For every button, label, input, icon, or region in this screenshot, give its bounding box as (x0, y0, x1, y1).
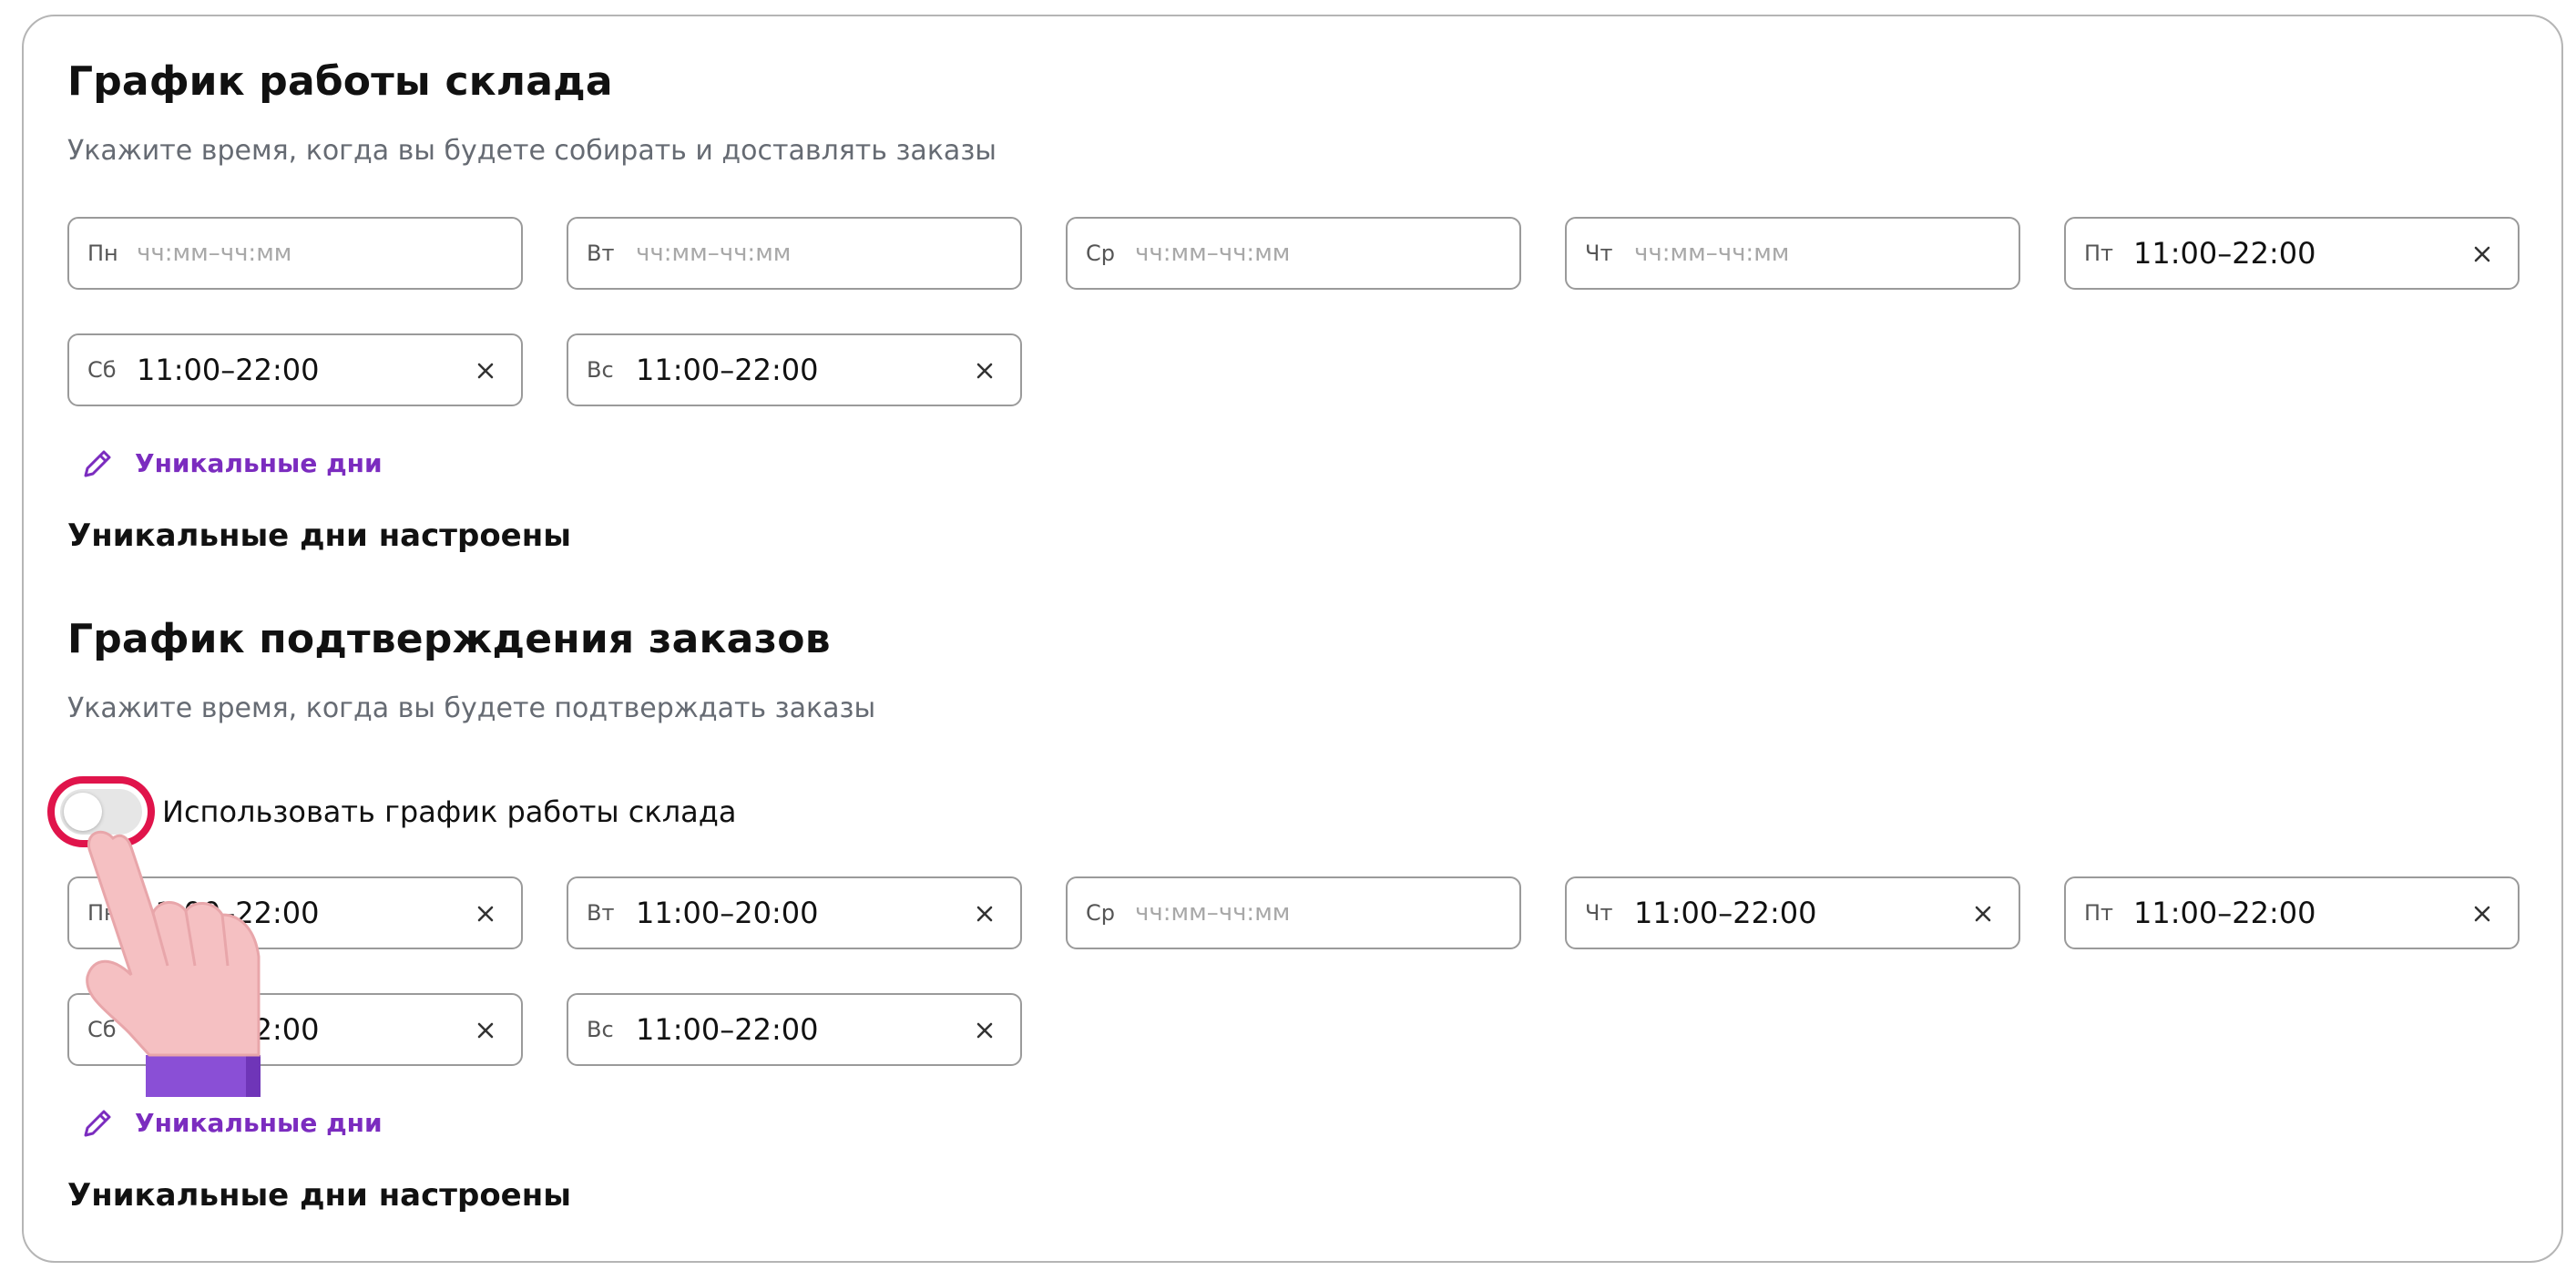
day-label: Пт (2084, 241, 2114, 266)
close-icon[interactable] (474, 902, 497, 926)
confirmation-unique-days-status: Уникальные дни настроены (67, 1177, 571, 1214)
close-icon[interactable] (474, 359, 497, 383)
close-icon[interactable] (2470, 242, 2494, 266)
day-label: Чт (1585, 241, 1613, 266)
time-range-value: 11:00–22:00 (137, 896, 320, 930)
day-label: Вт (587, 241, 615, 266)
day-label: Ср (1086, 900, 1115, 926)
time-range-value: 11:00–22:00 (2133, 896, 2316, 930)
day-label: Сб (87, 357, 117, 383)
warehouse-day-tue-field[interactable]: Вт чч:мм–чч:мм (567, 217, 1022, 290)
time-range-value: 11:00–22:00 (1634, 896, 1817, 930)
confirm-day-tue-field[interactable]: Вт 11:00–20:00 (567, 876, 1022, 949)
confirm-day-wed-field[interactable]: Ср чч:мм–чч:мм (1066, 876, 1521, 949)
time-range-placeholder: чч:мм–чч:мм (137, 240, 292, 267)
toggle-knob (64, 793, 102, 831)
day-label: Вт (587, 900, 615, 926)
time-range-placeholder: чч:мм–чч:мм (1135, 899, 1291, 927)
confirm-day-sat-field[interactable]: Сб 11:00–22:00 (67, 993, 523, 1066)
day-label: Вс (587, 1017, 614, 1042)
warehouse-schedule-title: График работы склада (67, 58, 613, 105)
close-icon[interactable] (2470, 902, 2494, 926)
warehouse-day-fri-field[interactable]: Пт 11:00–22:00 (2064, 217, 2520, 290)
close-icon[interactable] (1971, 902, 1995, 926)
confirm-day-thu-field[interactable]: Чт 11:00–22:00 (1565, 876, 2020, 949)
warehouse-schedule-subtitle: Укажите время, когда вы будете собирать … (67, 135, 997, 167)
warehouse-day-wed-field[interactable]: Ср чч:мм–чч:мм (1066, 217, 1521, 290)
close-icon[interactable] (973, 1019, 997, 1042)
use-warehouse-schedule-label: Использовать график работы склада (162, 794, 737, 829)
day-label: Пт (2084, 900, 2114, 926)
warehouse-day-sat-field[interactable]: Сб 11:00–22:00 (67, 333, 523, 406)
day-label: Пн (87, 241, 118, 266)
warehouse-day-thu-field[interactable]: Чт чч:мм–чч:мм (1565, 217, 2020, 290)
day-label: Чт (1585, 900, 1613, 926)
close-icon[interactable] (973, 359, 997, 383)
unique-days-link-label: Уникальные дни (135, 1108, 383, 1138)
confirmation-schedule-subtitle: Укажите время, когда вы будете подтвержд… (67, 692, 876, 724)
confirm-day-sun-field[interactable]: Вс 11:00–22:00 (567, 993, 1022, 1066)
time-range-value: 11:00–22:00 (636, 353, 819, 387)
time-range-value: 11:00–22:00 (636, 1012, 819, 1047)
time-range-placeholder: чч:мм–чч:мм (1634, 240, 1790, 267)
time-range-value: 11:00–22:00 (2133, 236, 2316, 271)
day-label: Вс (587, 357, 614, 383)
warehouse-day-mon-field[interactable]: Пн чч:мм–чч:мм (67, 217, 523, 290)
time-range-value: 11:00–20:00 (636, 896, 819, 930)
time-range-value: 11:00–22:00 (137, 1012, 320, 1047)
day-label: Пн (87, 900, 118, 926)
toggle-track (60, 789, 142, 835)
close-icon[interactable] (474, 1019, 497, 1042)
close-icon[interactable] (973, 902, 997, 926)
pencil-icon (84, 450, 111, 477)
day-label: Сб (87, 1017, 117, 1042)
confirmation-schedule-title: График подтверждения заказов (67, 616, 831, 662)
day-label: Ср (1086, 241, 1115, 266)
unique-days-link-label: Уникальные дни (135, 448, 383, 478)
time-range-placeholder: чч:мм–чч:мм (636, 240, 792, 267)
time-range-placeholder: чч:мм–чч:мм (1135, 240, 1291, 267)
use-warehouse-schedule-toggle[interactable] (47, 776, 155, 847)
confirm-day-fri-field[interactable]: Пт 11:00–22:00 (2064, 876, 2520, 949)
warehouse-unique-days-status: Уникальные дни настроены (67, 518, 571, 554)
warehouse-day-sun-field[interactable]: Вс 11:00–22:00 (567, 333, 1022, 406)
confirm-day-mon-field[interactable]: Пн 11:00–22:00 (67, 876, 523, 949)
pencil-icon (84, 1110, 111, 1137)
time-range-value: 11:00–22:00 (137, 353, 320, 387)
